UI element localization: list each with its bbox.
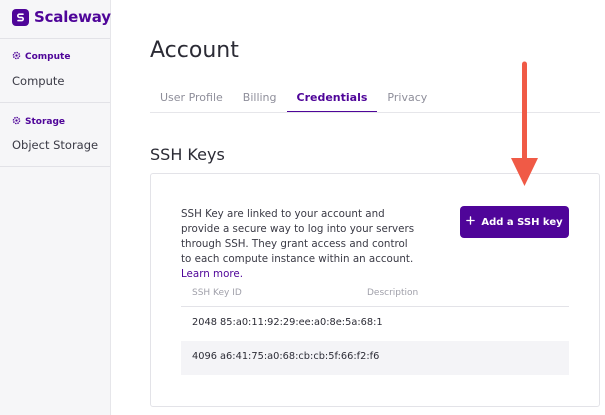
table-row[interactable]: 2048 85:a0:11:92:29:ee:a0:8e:5a:68:1 — [181, 307, 569, 341]
brand-name: Scaleway — [34, 8, 111, 26]
sidebar-item-compute[interactable]: Compute — [12, 74, 64, 88]
tab-credentials[interactable]: Credentials — [286, 91, 378, 113]
plus-icon — [466, 216, 476, 228]
sidebar-divider — [0, 102, 110, 103]
ssh-description: SSH Key are linked to your account and p… — [181, 207, 421, 282]
table-row[interactable]: 4096 a6:41:75:a0:68:cb:cb:5f:66:f2:f6 — [181, 341, 569, 375]
sidebar-divider — [0, 166, 110, 167]
add-ssh-key-label: Add a SSH key — [481, 216, 563, 228]
sidebar-heading-storage: Storage — [12, 116, 65, 128]
account-tabs: User Profile Billing Credentials Privacy — [150, 91, 437, 113]
sidebar-heading-compute: Compute — [12, 51, 70, 63]
page-title: Account — [150, 38, 239, 63]
sidebar-heading-label: Compute — [25, 52, 71, 62]
annotation-arrow — [511, 61, 538, 186]
ssh-key-id: 2048 85:a0:11:92:29:ee:a0:8e:5a:68:1 — [192, 317, 383, 328]
column-header-description: Description — [367, 288, 419, 298]
scaleway-logo-icon — [12, 8, 29, 26]
tab-privacy[interactable]: Privacy — [377, 91, 437, 113]
tab-user-profile[interactable]: User Profile — [150, 91, 233, 113]
sidebar-item-object-storage[interactable]: Object Storage — [12, 138, 98, 152]
ssh-keys-card: SSH Key are linked to your account and p… — [150, 173, 600, 407]
tab-billing[interactable]: Billing — [233, 91, 287, 113]
gear-icon — [12, 51, 21, 63]
add-ssh-key-button[interactable]: Add a SSH key — [460, 206, 569, 238]
ssh-keys-table: SSH Key ID Description 2048 85:a0:11:92:… — [181, 284, 569, 375]
sidebar-heading-label: Storage — [25, 117, 66, 127]
table-header: SSH Key ID Description — [181, 284, 569, 307]
learn-more-link[interactable]: Learn more. — [181, 268, 243, 280]
column-header-ssh-key-id: SSH Key ID — [192, 288, 242, 298]
section-title-ssh-keys: SSH Keys — [150, 145, 225, 164]
gear-icon — [12, 116, 21, 128]
ssh-description-text: SSH Key are linked to your account and p… — [181, 208, 415, 265]
sidebar: Scaleway Compute Compute Storage Object … — [0, 0, 111, 415]
sidebar-divider — [0, 38, 110, 39]
ssh-key-id: 4096 a6:41:75:a0:68:cb:cb:5f:66:f2:f6 — [192, 351, 380, 362]
scaleway-logo[interactable]: Scaleway — [12, 8, 111, 26]
